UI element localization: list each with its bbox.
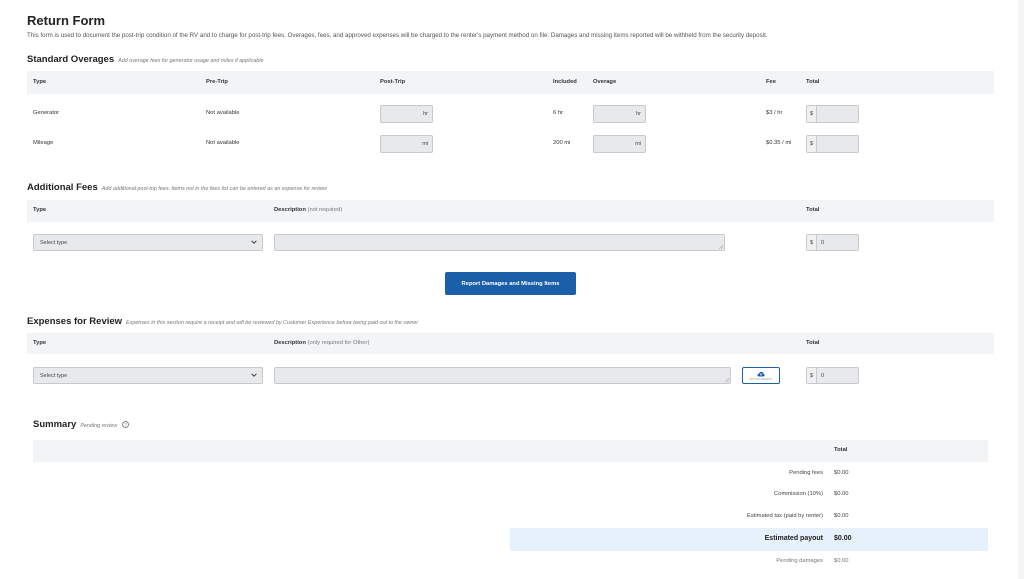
unit-label: mi xyxy=(422,141,428,147)
summary-heading: Summary Pending review? xyxy=(33,419,130,430)
additional-fee-description-input[interactable] xyxy=(274,234,725,251)
col-included: Included xyxy=(553,79,577,85)
summary-tax-label: Estimated tax (paid by renter) xyxy=(746,513,823,519)
col-type: Type xyxy=(33,79,47,85)
overage-type-generator: Generator xyxy=(33,110,60,116)
overage-fee-generator: $3 / hr xyxy=(766,110,783,116)
select-value: Select type xyxy=(40,372,68,379)
standard-overages-title: Standard Overages xyxy=(27,54,115,65)
mileage-overage-input[interactable]: mi xyxy=(593,135,646,153)
currency-symbol: $ xyxy=(807,106,817,122)
report-damages-button[interactable]: Report Damages and Missing Items xyxy=(445,272,576,295)
unit-label: hr xyxy=(636,111,641,117)
total-value: 0 xyxy=(821,239,825,246)
description-label: Description xyxy=(274,207,306,213)
description-note: (not required) xyxy=(307,207,343,213)
mileage-total-field[interactable]: $ xyxy=(806,135,859,153)
expenses-title: Expenses for Review xyxy=(27,316,123,327)
mileage-posttrip-input[interactable]: mi xyxy=(380,135,433,153)
standard-overages-header xyxy=(27,71,994,94)
additional-fees-subtitle: Add additional post-trip fees. Items not… xyxy=(101,186,328,192)
col-pre-trip: Pre-Trip xyxy=(206,79,228,85)
col-type: Type xyxy=(33,207,47,213)
overage-pretrip-generator: Not available xyxy=(206,110,240,116)
summary-commission-value: $0.00 xyxy=(834,491,849,497)
total-value: 0 xyxy=(821,372,825,379)
unit-label: mi xyxy=(635,141,641,147)
expenses-header xyxy=(27,333,994,354)
col-fee: Fee xyxy=(766,79,776,85)
expense-total-field[interactable]: $0 xyxy=(806,367,859,384)
summary-pending-fees-label: Pending fees xyxy=(789,470,823,476)
generator-overage-input[interactable]: hr xyxy=(593,105,646,123)
expenses-heading: Expenses for Review Expenses in this sect… xyxy=(27,316,418,327)
page-title: Return Form xyxy=(27,13,105,28)
additional-fee-total-field[interactable]: $0 xyxy=(806,234,859,251)
additional-fees-header xyxy=(27,200,994,222)
resize-handle-icon[interactable] xyxy=(725,378,729,382)
estimated-payout-row xyxy=(510,528,988,551)
overage-included-generator: 6 hr xyxy=(553,110,563,116)
cloud-upload-icon xyxy=(757,371,765,376)
expense-type-select[interactable]: Select type xyxy=(33,367,263,384)
summary-subtitle: Pending review xyxy=(80,423,118,429)
expenses-subtitle: Expenses in this section require a recei… xyxy=(126,320,419,326)
generator-posttrip-input[interactable]: hr xyxy=(380,105,433,123)
summary-title: Summary xyxy=(33,419,77,430)
estimated-payout-value: $0.00 xyxy=(834,535,852,542)
upload-receipt-button[interactable]: UPLOAD RECEIPT xyxy=(742,367,780,384)
currency-symbol: $ xyxy=(807,368,817,383)
chevron-down-icon xyxy=(251,373,257,377)
col-overage: Overage xyxy=(593,79,617,85)
summary-tax-value: $0.00 xyxy=(834,513,849,519)
additional-fees-title: Additional Fees xyxy=(27,182,98,193)
standard-overages-subtitle: Add overage fees for generator usage and… xyxy=(118,58,264,64)
currency-symbol: $ xyxy=(807,136,817,152)
upload-label: UPLOAD RECEIPT xyxy=(749,377,773,381)
overage-pretrip-mileage: Not available xyxy=(206,140,240,146)
expense-description-input[interactable] xyxy=(274,367,731,384)
description-note: (only required for Other) xyxy=(307,340,370,346)
summary-commission-label: Commission (10%) xyxy=(774,491,823,497)
help-circle-icon[interactable]: ? xyxy=(122,420,130,428)
standard-overages-heading: Standard Overages Add overage fees for ge… xyxy=(27,54,263,65)
resize-handle-icon[interactable] xyxy=(719,245,723,249)
col-post-trip: Post-Trip xyxy=(380,79,406,85)
select-value: Select type xyxy=(40,239,68,246)
return-form-page: Return Form This form is used to documen… xyxy=(0,0,1018,579)
unit-label: hr xyxy=(423,111,428,117)
col-total: Total xyxy=(806,207,820,213)
pending-damages-label: Pending damages xyxy=(776,558,823,564)
col-total: Total xyxy=(806,340,820,346)
estimated-payout-label: Estimated payout xyxy=(764,535,823,542)
summary-total-header: Total xyxy=(834,447,848,453)
additional-fee-type-select[interactable]: Select type xyxy=(33,234,263,251)
description-label: Description xyxy=(274,340,306,346)
additional-fees-heading: Additional Fees Add additional post-trip … xyxy=(27,182,327,193)
overage-type-mileage: Mileage xyxy=(33,140,54,146)
generator-total-field[interactable]: $ xyxy=(806,105,859,123)
overage-fee-mileage: $0.35 / mi xyxy=(766,140,792,146)
col-total: Total xyxy=(806,79,820,85)
overage-included-mileage: 200 mi xyxy=(553,140,571,146)
col-description: Description (not required) xyxy=(274,207,342,213)
summary-pending-fees-value: $0.00 xyxy=(834,470,849,476)
col-description: Description (only required for Other) xyxy=(274,340,369,346)
col-type: Type xyxy=(33,340,47,346)
pending-damages-value: $0.00 xyxy=(834,558,849,564)
currency-symbol: $ xyxy=(807,235,817,250)
chevron-down-icon xyxy=(251,240,257,244)
page-intro: This form is used to document the post-t… xyxy=(27,32,768,39)
